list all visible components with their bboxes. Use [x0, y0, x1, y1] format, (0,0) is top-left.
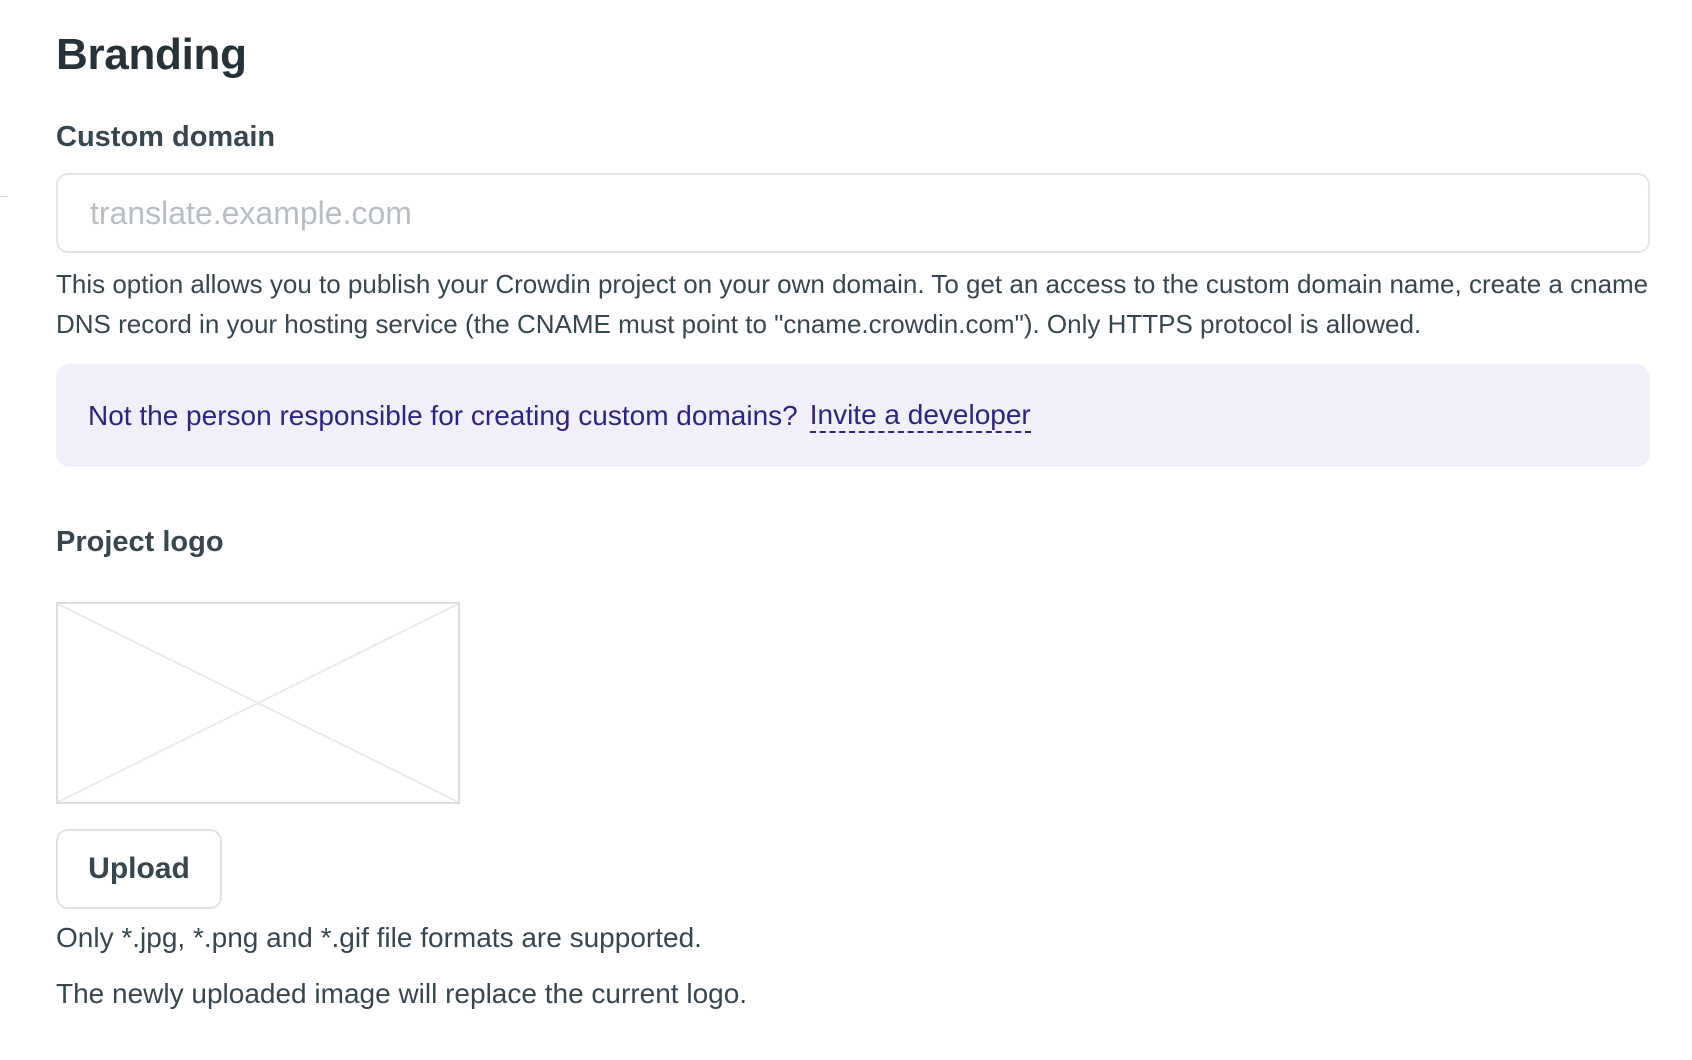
- invite-developer-info-box: Not the person responsible for creating …: [56, 364, 1650, 467]
- logo-placeholder-image: [56, 602, 460, 804]
- project-logo-label: Project logo: [56, 526, 224, 558]
- replace-logo-note: The newly uploaded image will replace th…: [56, 978, 748, 1009]
- supported-formats-note: Only *.jpg, *.png and *.gif file formats…: [56, 922, 702, 953]
- upload-button[interactable]: Upload: [56, 829, 222, 909]
- left-edge-divider: [0, 196, 8, 197]
- page-title: Branding: [56, 30, 247, 79]
- image-placeholder-icon: [58, 604, 458, 802]
- custom-domain-help-text: This option allows you to publish your C…: [56, 269, 1649, 339]
- custom-domain-input[interactable]: [56, 173, 1650, 253]
- invite-developer-link[interactable]: Invite a developer: [809, 399, 1031, 433]
- info-box-text: Not the person responsible for creating …: [88, 399, 798, 431]
- custom-domain-label: Custom domain: [56, 121, 276, 153]
